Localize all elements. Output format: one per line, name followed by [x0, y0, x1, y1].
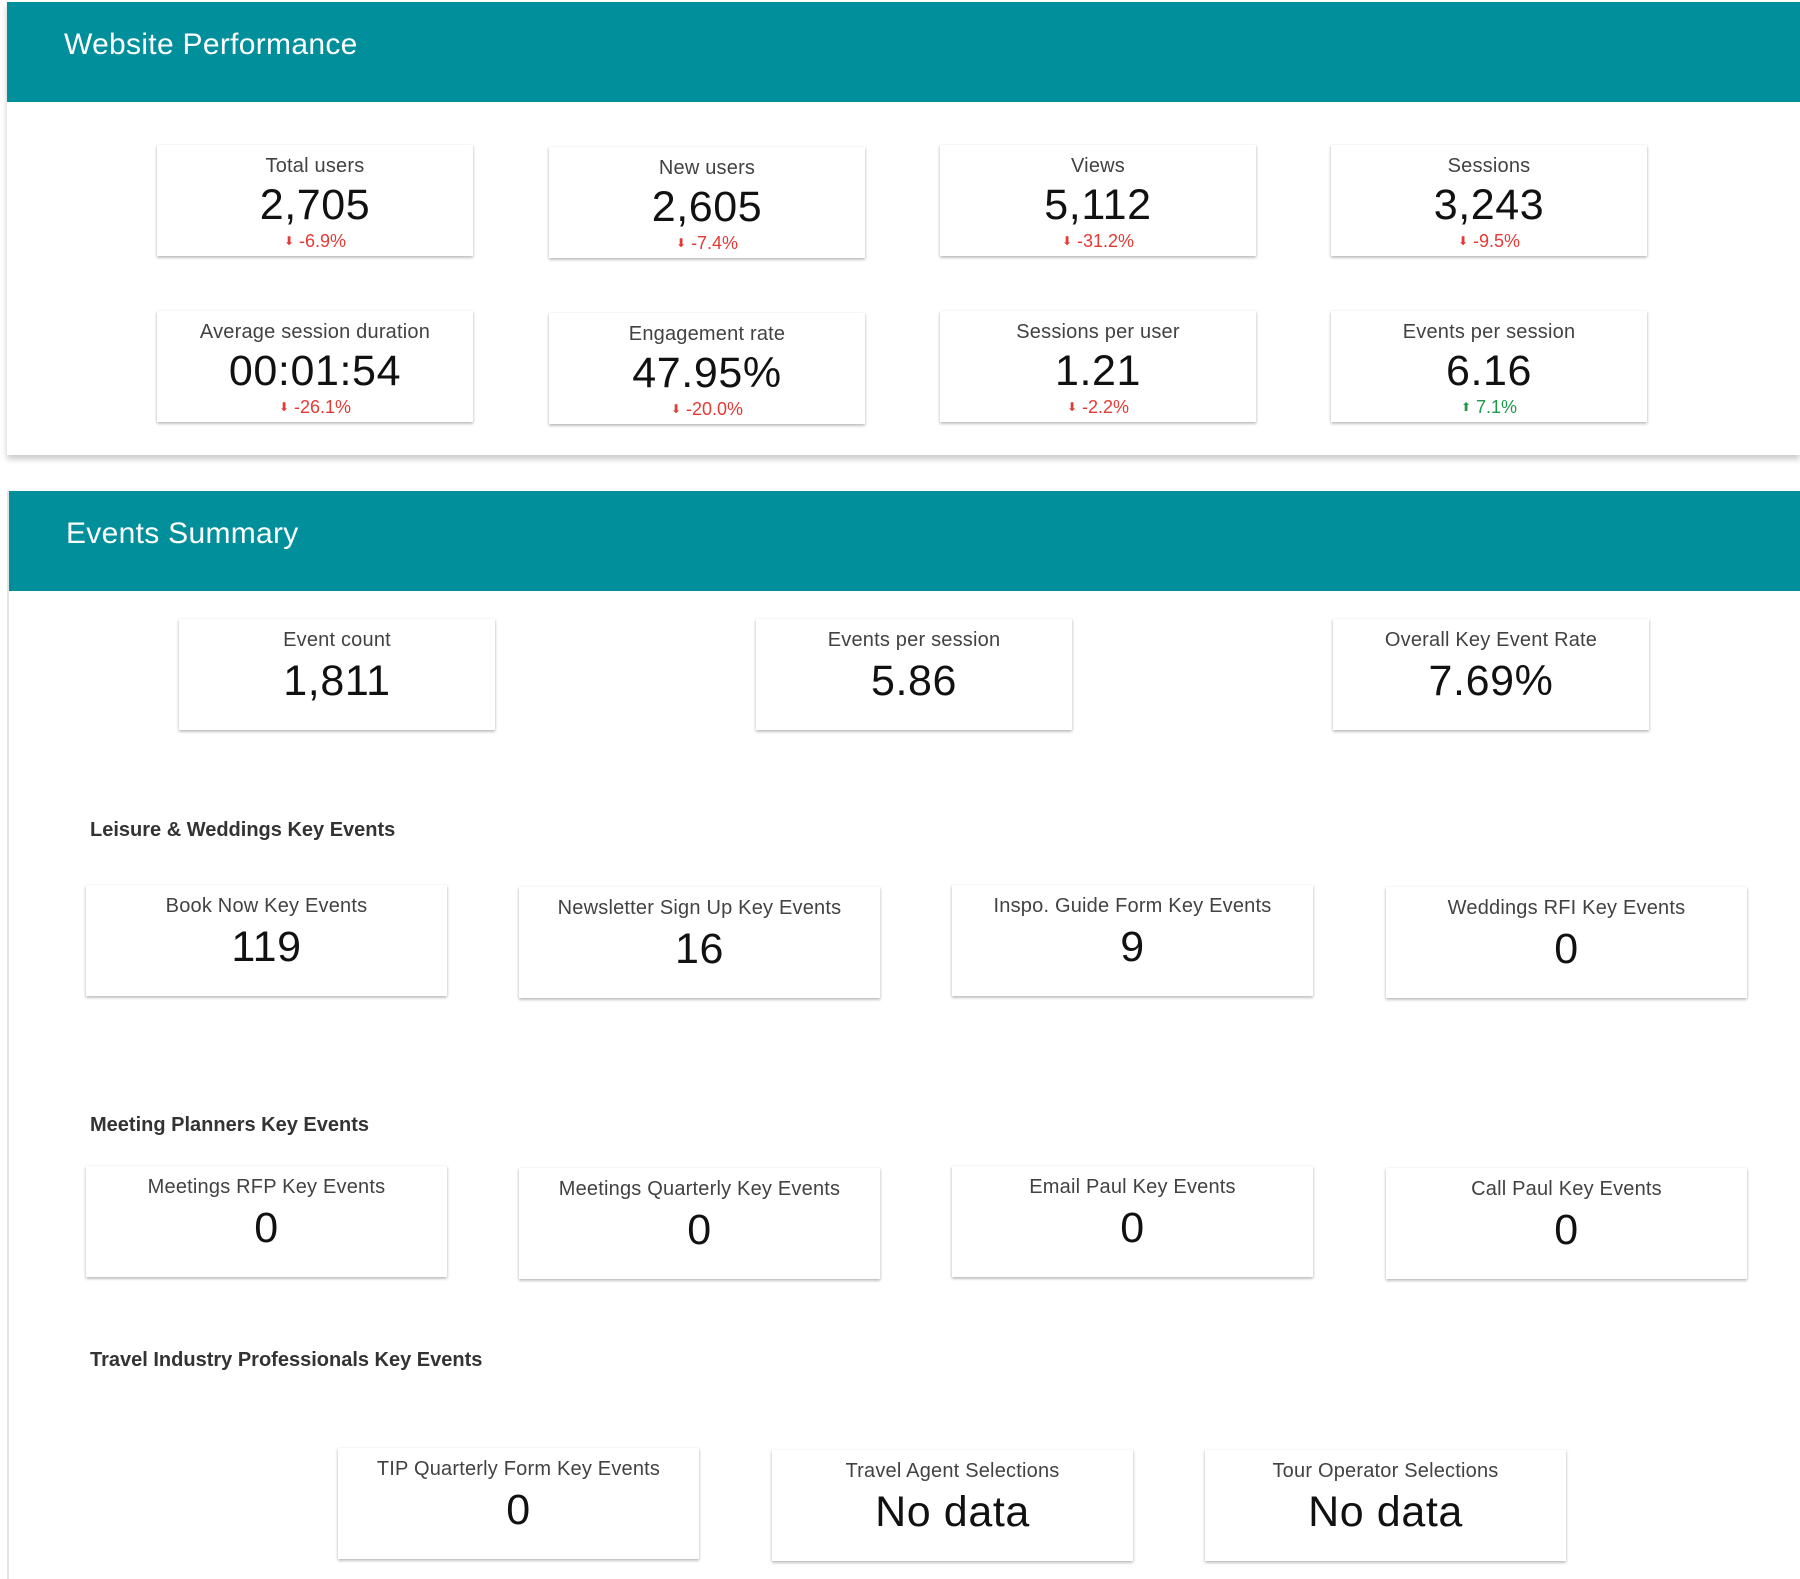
scorecard-label: Newsletter Sign Up Key Events [557, 897, 842, 919]
scorecard-label: New users [658, 157, 756, 179]
scorecard-label: Tour Operator Selections [1272, 1460, 1499, 1482]
scorecard-label: Sessions per user [1016, 321, 1180, 343]
scorecard-total-users[interactable]: Total users 2,705 ⬇ -6.9% [157, 145, 473, 256]
scorecard-new-users[interactable]: New users 2,605 ⬇ -7.4% [549, 147, 865, 258]
scorecard-label: Engagement rate [628, 323, 786, 345]
scorecard-weddings-rfi-key-events[interactable]: Weddings RFI Key Events 0 [1386, 887, 1747, 998]
arrow-down-icon: ⬇ [675, 236, 687, 250]
scorecard-label: Events per session [1402, 321, 1576, 343]
scorecard-label: Meetings Quarterly Key Events [558, 1178, 841, 1200]
scorecard-delta: ⬆ 7.1% [1460, 397, 1518, 417]
scorecard-value: 0 [254, 1204, 279, 1252]
section-header: Website Performance [7, 2, 1800, 102]
scorecard-value: No data [875, 1488, 1030, 1536]
scorecard-delta: ⬇ -2.2% [1066, 397, 1130, 417]
scorecard-label: TIP Quarterly Form Key Events [376, 1458, 661, 1480]
scorecard-label: Inspo. Guide Form Key Events [993, 895, 1272, 917]
scorecard-label: Total users [265, 155, 365, 177]
arrow-down-icon: ⬇ [278, 400, 289, 414]
scorecard-value: 2,705 [259, 181, 371, 229]
scorecard-value: 00:01:54 [228, 347, 402, 395]
scorecard-value: 119 [231, 923, 302, 971]
arrow-down-icon: ⬇ [1066, 400, 1078, 414]
scorecard-value: 0 [1554, 925, 1579, 973]
section-title: Website Performance [64, 28, 358, 61]
scorecard-tip-quarterly-form-key-events[interactable]: TIP Quarterly Form Key Events 0 [338, 1448, 699, 1559]
scorecard-label: Overall Key Event Rate [1384, 629, 1598, 651]
scorecard-value: 1,811 [283, 657, 391, 705]
scorecard-value: 6.16 [1445, 347, 1533, 395]
scorecard-email-paul-key-events[interactable]: Email Paul Key Events 0 [952, 1166, 1313, 1277]
scorecard-label: Travel Agent Selections [845, 1460, 1060, 1482]
scorecard-value: 5,112 [1044, 181, 1152, 229]
scorecard-value: 7.69% [1428, 657, 1554, 705]
scorecard-value: 3,243 [1433, 181, 1545, 229]
scorecard-value: 16 [674, 925, 725, 973]
scorecard-value: 0 [1554, 1206, 1579, 1254]
scorecard-label: Events per session [827, 629, 1001, 651]
scorecard-meetings-quarterly-key-events[interactable]: Meetings Quarterly Key Events 0 [519, 1168, 880, 1279]
group-title-travel-industry-professionals: Travel Industry Professionals Key Events [90, 1349, 483, 1371]
scorecard-events-per-session[interactable]: Events per session 6.16 ⬆ 7.1% [1331, 311, 1647, 422]
scorecard-views[interactable]: Views 5,112 ⬇ -31.2% [940, 145, 1256, 256]
scorecard-delta: ⬇ -6.9% [283, 231, 347, 251]
scorecard-value: 2,605 [651, 183, 763, 231]
scorecard-delta: ⬇ -20.0% [670, 399, 744, 419]
scorecard-label: Book Now Key Events [165, 895, 368, 917]
scorecard-event-count[interactable]: Event count 1,811 [179, 619, 495, 730]
scorecard-inspo-guide-form-key-events[interactable]: Inspo. Guide Form Key Events 9 [952, 885, 1313, 996]
scorecard-newsletter-sign-up-key-events[interactable]: Newsletter Sign Up Key Events 16 [519, 887, 880, 998]
group-title-meeting-planners: Meeting Planners Key Events [90, 1114, 369, 1136]
scorecard-label: Views [1071, 155, 1125, 177]
arrow-down-icon: ⬇ [283, 234, 295, 248]
scorecard-value: 5.86 [870, 657, 958, 705]
scorecard-label: Email Paul Key Events [1029, 1176, 1236, 1198]
arrow-down-icon: ⬇ [670, 402, 681, 416]
scorecard-average-session-duration[interactable]: Average session duration 00:01:54 ⬇ -26.1… [157, 311, 473, 422]
scorecard-call-paul-key-events[interactable]: Call Paul Key Events 0 [1386, 1168, 1747, 1279]
scorecard-label: Call Paul Key Events [1471, 1178, 1662, 1200]
scorecard-overall-key-event-rate[interactable]: Overall Key Event Rate 7.69% [1333, 619, 1649, 730]
scorecard-sessions-per-user[interactable]: Sessions per user 1.21 ⬇ -2.2% [940, 311, 1256, 422]
scorecard-value: 47.95% [632, 349, 782, 397]
scorecard-delta: ⬇ -26.1% [278, 397, 352, 417]
scorecard-engagement-rate[interactable]: Engagement rate 47.95% ⬇ -20.0% [549, 313, 865, 424]
scorecard-sessions[interactable]: Sessions 3,243 ⬇ -9.5% [1331, 145, 1647, 256]
section-title: Events Summary [66, 517, 299, 550]
scorecard-value: 0 [506, 1486, 531, 1534]
scorecard-delta: ⬇ -31.2% [1061, 231, 1135, 251]
scorecard-events-per-session[interactable]: Events per session 5.86 [756, 619, 1072, 730]
scorecard-meetings-rfp-key-events[interactable]: Meetings RFP Key Events 0 [86, 1166, 447, 1277]
scorecard-value: No data [1308, 1488, 1463, 1536]
scorecard-value: 0 [1120, 1204, 1145, 1252]
scorecard-tour-operator-selections[interactable]: Tour Operator Selections No data [1205, 1450, 1566, 1561]
arrow-up-icon: ⬆ [1460, 400, 1472, 414]
website-performance-section: Website Performance Total users 2,705 ⬇ -… [7, 2, 1800, 455]
scorecard-delta: ⬇ -7.4% [675, 233, 739, 253]
section-header: Events Summary [9, 491, 1800, 591]
scorecard-travel-agent-selections[interactable]: Travel Agent Selections No data [772, 1450, 1133, 1561]
scorecard-label: Meetings RFP Key Events [147, 1176, 386, 1198]
scorecard-label: Average session duration [199, 321, 431, 343]
scorecard-label: Event count [283, 629, 391, 651]
arrow-down-icon: ⬇ [1457, 234, 1469, 248]
scorecard-label: Weddings RFI Key Events [1447, 897, 1686, 919]
scorecard-delta: ⬇ -9.5% [1457, 231, 1521, 251]
scorecard-book-now-key-events[interactable]: Book Now Key Events 119 [86, 885, 447, 996]
events-summary-section: Events Summary Event count 1,811 Events … [7, 491, 1800, 1579]
scorecard-value: 9 [1120, 923, 1145, 971]
dashboard-page: Website Performance Total users 2,705 ⬇ -… [0, 0, 1800, 1579]
scorecard-value: 0 [687, 1206, 712, 1254]
scorecard-value: 1.21 [1054, 347, 1142, 395]
arrow-down-icon: ⬇ [1061, 234, 1072, 248]
scorecard-label: Sessions [1447, 155, 1531, 177]
group-title-leisure-weddings: Leisure & Weddings Key Events [90, 819, 396, 841]
